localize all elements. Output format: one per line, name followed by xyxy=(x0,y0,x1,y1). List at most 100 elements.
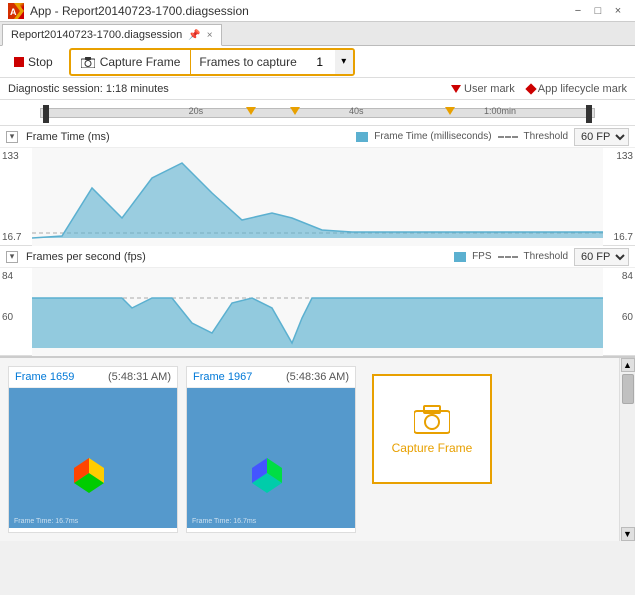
scroll-down-button[interactable]: ▼ xyxy=(621,527,635,541)
y-label-bottom: 16.7 xyxy=(2,232,30,243)
frames-dropdown-button[interactable]: ▾ xyxy=(335,50,353,74)
frames-scroll-area[interactable]: Frame 1659 (5:48:31 AM) Frame Time: 16.7… xyxy=(0,358,619,541)
frame-time-title: Frame Time (ms) xyxy=(26,131,348,143)
camera-icon xyxy=(81,56,95,68)
frame-time-legend-box xyxy=(356,132,368,142)
user-mark-2 xyxy=(290,107,300,115)
fps-y-labels-left: 84 60 xyxy=(0,268,32,356)
capture-frame-card[interactable]: Capture Frame xyxy=(372,374,492,484)
tick-40s: 40s xyxy=(349,106,364,116)
frames-section: Frame 1659 (5:48:31 AM) Frame Time: 16.7… xyxy=(0,356,635,541)
marks-legend: User mark App lifecycle mark xyxy=(451,83,627,95)
scroll-thumb[interactable] xyxy=(622,374,634,404)
frame-time-svg xyxy=(32,148,603,246)
tab-filename: Report20140723-1700.diagsession xyxy=(11,29,182,41)
pin-icon: 📌 xyxy=(188,30,200,41)
session-info: Diagnostic session: 1:18 minutes xyxy=(8,83,169,95)
fps-y-84-r: 84 xyxy=(605,271,633,282)
fps-legend-box xyxy=(454,252,466,262)
capture-frame-button[interactable]: Capture Frame xyxy=(71,50,191,74)
fps-y-labels-right: 84 60 xyxy=(603,268,635,356)
stop-label: Stop xyxy=(28,55,53,69)
user-mark-1 xyxy=(246,107,256,115)
tab-bar: Report20140723-1700.diagsession 📌 × xyxy=(0,22,635,46)
fps-legend: FPS Threshold 60 FPS 30 FPS xyxy=(454,248,629,266)
fps-fps-select[interactable]: 60 FPS 30 FPS xyxy=(574,248,629,266)
diag-bar: Diagnostic session: 1:18 minutes User ma… xyxy=(0,78,635,100)
y-label-top: 133 xyxy=(2,151,30,162)
tab-close-icon[interactable]: × xyxy=(207,30,213,41)
fps-legend-label: FPS xyxy=(472,251,491,262)
frame-1659-time: (5:48:31 AM) xyxy=(108,371,171,383)
frame-time-y-labels-left: 133 16.7 xyxy=(0,148,32,246)
app-icon: A xyxy=(8,3,24,19)
restore-button[interactable]: □ xyxy=(589,2,607,20)
frame-card-1967: Frame 1967 (5:48:36 AM) Frame Time: 16.7… xyxy=(186,366,356,533)
svg-text:A: A xyxy=(10,7,17,17)
frame-1659-preview: Frame Time: 16.7ms xyxy=(9,388,177,528)
frame-time-collapse[interactable]: ▾ xyxy=(6,131,18,143)
frame-1967-header: Frame 1967 (5:48:36 AM) xyxy=(187,367,355,388)
capture-card-camera-icon xyxy=(414,403,450,435)
frame-1967-label: Frame 1967 xyxy=(193,371,252,383)
y-label-bottom-r: 16.7 xyxy=(605,232,633,243)
frame-1967-preview: Frame Time: 16.7ms xyxy=(187,388,355,528)
timeline-end-marker[interactable] xyxy=(586,105,592,123)
timeline-start-marker[interactable] xyxy=(43,105,49,123)
fps-header: ▾ Frames per second (fps) FPS Threshold … xyxy=(0,246,635,268)
app-mark-legend: App lifecycle mark xyxy=(527,83,627,95)
frame-time-legend-label: Frame Time (milliseconds) xyxy=(374,131,491,142)
user-mark-3 xyxy=(445,107,455,115)
stop-button[interactable]: Stop xyxy=(6,52,61,72)
capture-card-label: Capture Frame xyxy=(392,441,473,455)
tick-20s: 20s xyxy=(189,106,204,116)
frame-1659-label: Frame 1659 xyxy=(15,371,74,383)
frame-time-canvas: 133 16.7 133 16.7 xyxy=(0,148,635,246)
frame-1967-svg: Frame Time: 16.7ms xyxy=(187,388,355,528)
frame-1967-time: (5:48:36 AM) xyxy=(286,371,349,383)
frames-count-input[interactable] xyxy=(305,50,335,74)
timeline[interactable]: 20s 40s 1:00min xyxy=(0,100,635,126)
frame-1659-svg: Frame Time: 16.7ms xyxy=(9,388,177,528)
app-mark-label: App lifecycle mark xyxy=(538,83,627,95)
active-tab[interactable]: Report20140723-1700.diagsession 📌 × xyxy=(2,24,222,46)
fps-title: Frames per second (fps) xyxy=(26,251,446,263)
threshold-legend-dash xyxy=(498,136,518,138)
fps-collapse[interactable]: ▾ xyxy=(6,251,18,263)
capture-group: Capture Frame Frames to capture ▾ xyxy=(69,48,355,76)
fps-threshold-label: Threshold xyxy=(524,251,568,262)
title-bar-left: A App - Report20140723-1700.diagsession xyxy=(8,3,249,19)
timeline-track[interactable]: 20s 40s 1:00min xyxy=(40,108,595,118)
frame-1659-header: Frame 1659 (5:48:31 AM) xyxy=(9,367,177,388)
tick-1min: 1:00min xyxy=(484,106,516,116)
scroll-track[interactable] xyxy=(622,372,634,527)
title-bar: A App - Report20140723-1700.diagsession … xyxy=(0,0,635,22)
frame-card-1659: Frame 1659 (5:48:31 AM) Frame Time: 16.7… xyxy=(8,366,178,533)
frame-time-y-labels-right: 133 16.7 xyxy=(603,148,635,246)
toolbar: Stop Capture Frame Frames to capture ▾ xyxy=(0,46,635,78)
frame-time-legend: Frame Time (milliseconds) Threshold 60 F… xyxy=(356,128,629,146)
threshold-legend-label: Threshold xyxy=(524,131,568,142)
frame-time-fps-select[interactable]: 60 FPS 30 FPS xyxy=(574,128,629,146)
window-controls: − □ × xyxy=(569,2,627,20)
user-mark-label: User mark xyxy=(464,83,515,95)
fps-y-60-r: 60 xyxy=(605,312,633,323)
stop-icon xyxy=(14,57,24,67)
title-text: App - Report20140723-1700.diagsession xyxy=(30,4,249,18)
svg-text:Frame Time: 16.7ms: Frame Time: 16.7ms xyxy=(14,518,79,525)
fps-threshold-dash xyxy=(498,256,518,258)
fps-chart-section: ▾ Frames per second (fps) FPS Threshold … xyxy=(0,246,635,356)
y-label-top-r: 133 xyxy=(605,151,633,162)
frame-time-chart-section: ▾ Frame Time (ms) Frame Time (millisecon… xyxy=(0,126,635,246)
fps-svg xyxy=(32,268,603,356)
frames-to-capture-label: Frames to capture xyxy=(191,55,304,69)
scroll-up-button[interactable]: ▲ xyxy=(621,358,635,372)
close-button[interactable]: × xyxy=(609,2,627,20)
fps-y-60: 60 xyxy=(2,312,30,323)
capture-label: Capture Frame xyxy=(100,55,181,69)
minimize-button[interactable]: − xyxy=(569,2,587,20)
fps-canvas: 84 60 84 60 xyxy=(0,268,635,356)
vertical-scrollbar[interactable]: ▲ ▼ xyxy=(619,358,635,541)
user-mark-legend: User mark xyxy=(451,83,515,95)
user-mark-icon xyxy=(451,85,461,93)
